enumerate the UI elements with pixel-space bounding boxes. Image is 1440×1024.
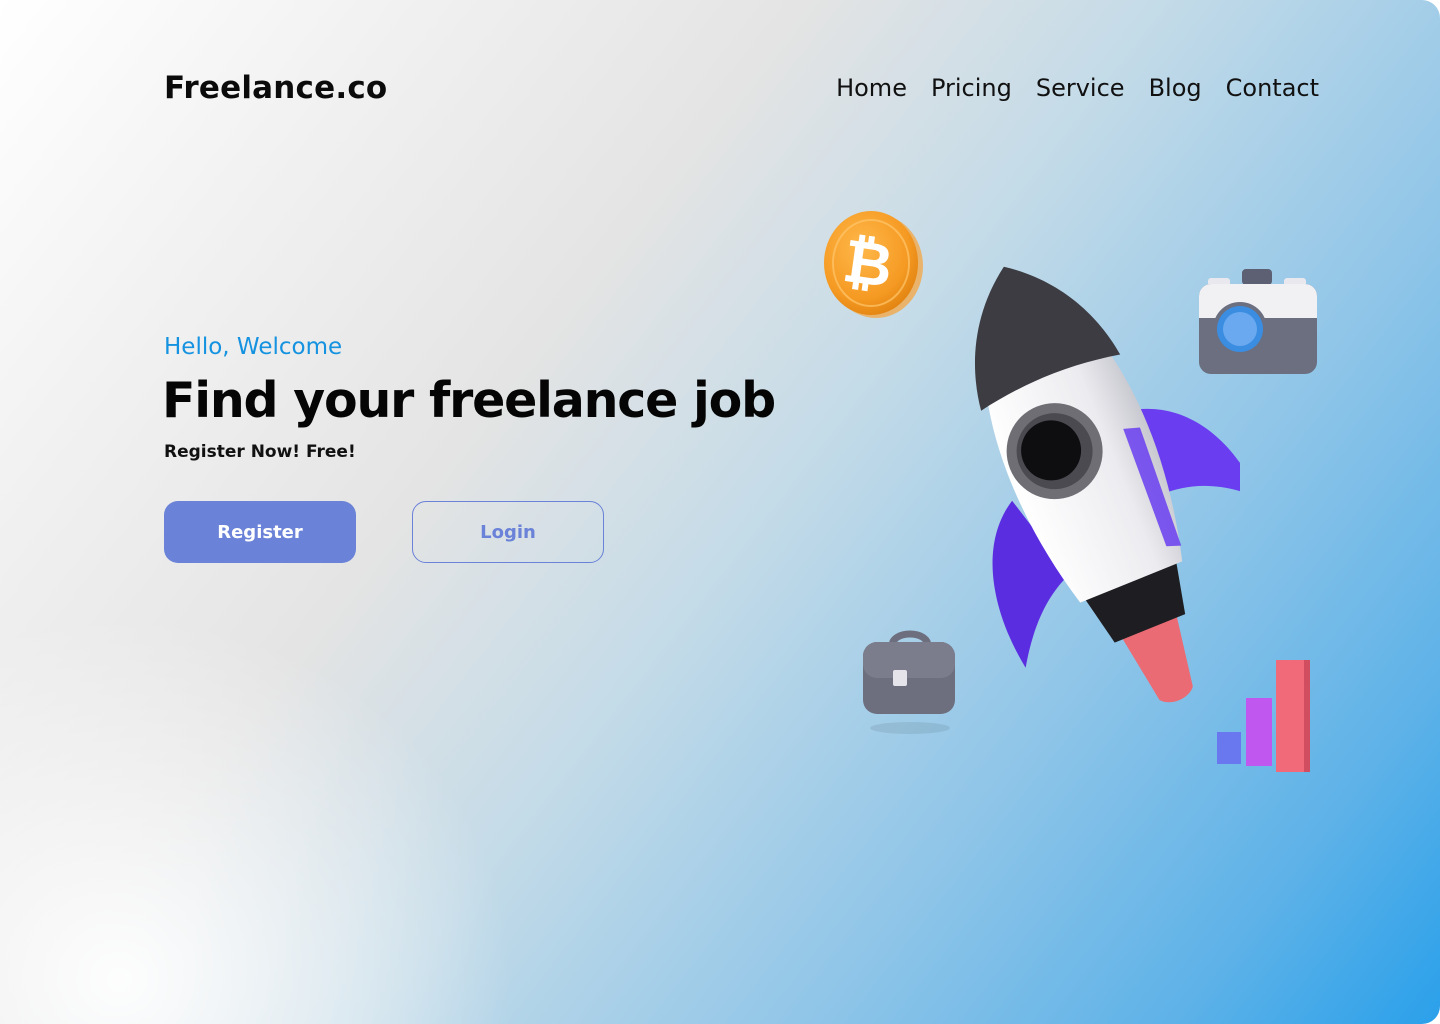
bitcoin-coin-icon: ₿ [824, 211, 923, 318]
hero-headline: Find your freelance job [162, 372, 776, 429]
nav-home[interactable]: Home [836, 74, 907, 102]
svg-text:₿: ₿ [839, 226, 897, 302]
nav-service[interactable]: Service [1036, 74, 1125, 102]
hero-greeting: Hello, Welcome [164, 334, 343, 360]
nav-contact[interactable]: Contact [1226, 74, 1319, 102]
brand-logo[interactable]: Freelance.co [164, 70, 387, 106]
nav-pricing[interactable]: Pricing [931, 74, 1012, 102]
register-button[interactable]: Register [164, 501, 356, 563]
hero-subline: Register Now! Free! [164, 442, 356, 462]
rocket-icon [975, 266, 1240, 703]
login-button[interactable]: Login [412, 501, 604, 563]
main-nav: Home Pricing Service Blog Contact [836, 74, 1319, 102]
bar-chart-icon [1217, 660, 1310, 772]
landing-page: Freelance.co Home Pricing Service Blog C… [0, 0, 1440, 1024]
briefcase-icon [863, 630, 955, 734]
nav-blog[interactable]: Blog [1149, 74, 1202, 102]
